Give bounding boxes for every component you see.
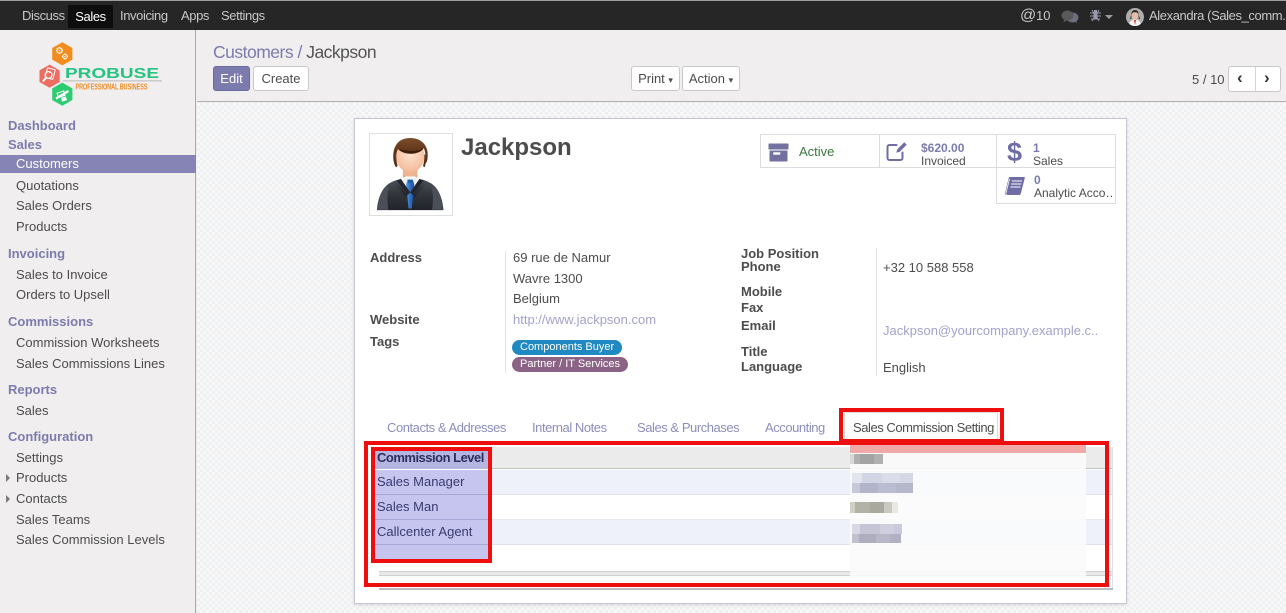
svg-text:PROFESSIONAL BUSINESS: PROFESSIONAL BUSINESS (76, 83, 148, 92)
svg-text:PROBUSE: PROBUSE (65, 65, 159, 82)
